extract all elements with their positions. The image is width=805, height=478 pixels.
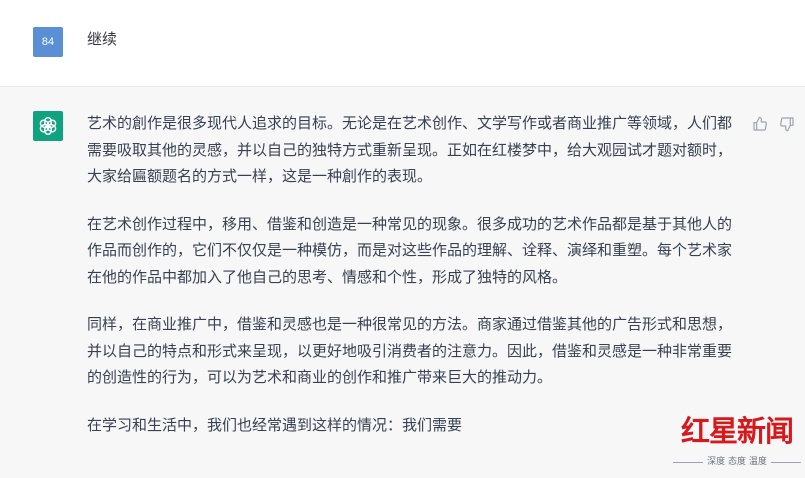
assistant-paragraph-3: 同样，在商业推广中，借鉴和灵感也是一种很常见的方法。商家通过借鉴其他的广告形式和… [87,315,733,386]
thumbs-up-icon[interactable] [752,116,768,132]
assistant-paragraph-2: 在艺术创作过程中，移用、借鉴和创造是一种常见的现象。很多成功的艺术作品都是基于其… [87,214,733,286]
thumbs-down-icon[interactable] [779,116,795,132]
user-avatar: 84 [33,27,63,57]
assistant-paragraph-4: 在学习和生活中，我们也经常遇到这样的情况：我们需要 [87,415,463,434]
watermark-logo: 红星新闻 深度 态度 温度 [673,412,802,472]
user-message-row: 84 继续 [0,0,805,87]
watermark-divider-right [770,461,802,463]
chatgpt-logo-icon [39,117,57,135]
watermark-subtitle: 深度 态度 温度 [707,457,767,467]
user-message-text: 继续 [87,30,118,48]
watermark-subtitle-row: 深度 态度 温度 [673,456,802,468]
watermark-divider-left [673,461,704,463]
assistant-message-content: 艺术的創作是很多现代人追求的目标。无论是在艺术创作、文学写作或者商业推广等领域，… [87,110,737,459]
assistant-avatar [33,111,63,141]
watermark-title: 红星新闻 [680,414,794,448]
assistant-paragraph-1: 艺术的創作是很多现代人追求的目标。无论是在艺术创作、文学写作或者商业推广等领域，… [87,114,733,185]
